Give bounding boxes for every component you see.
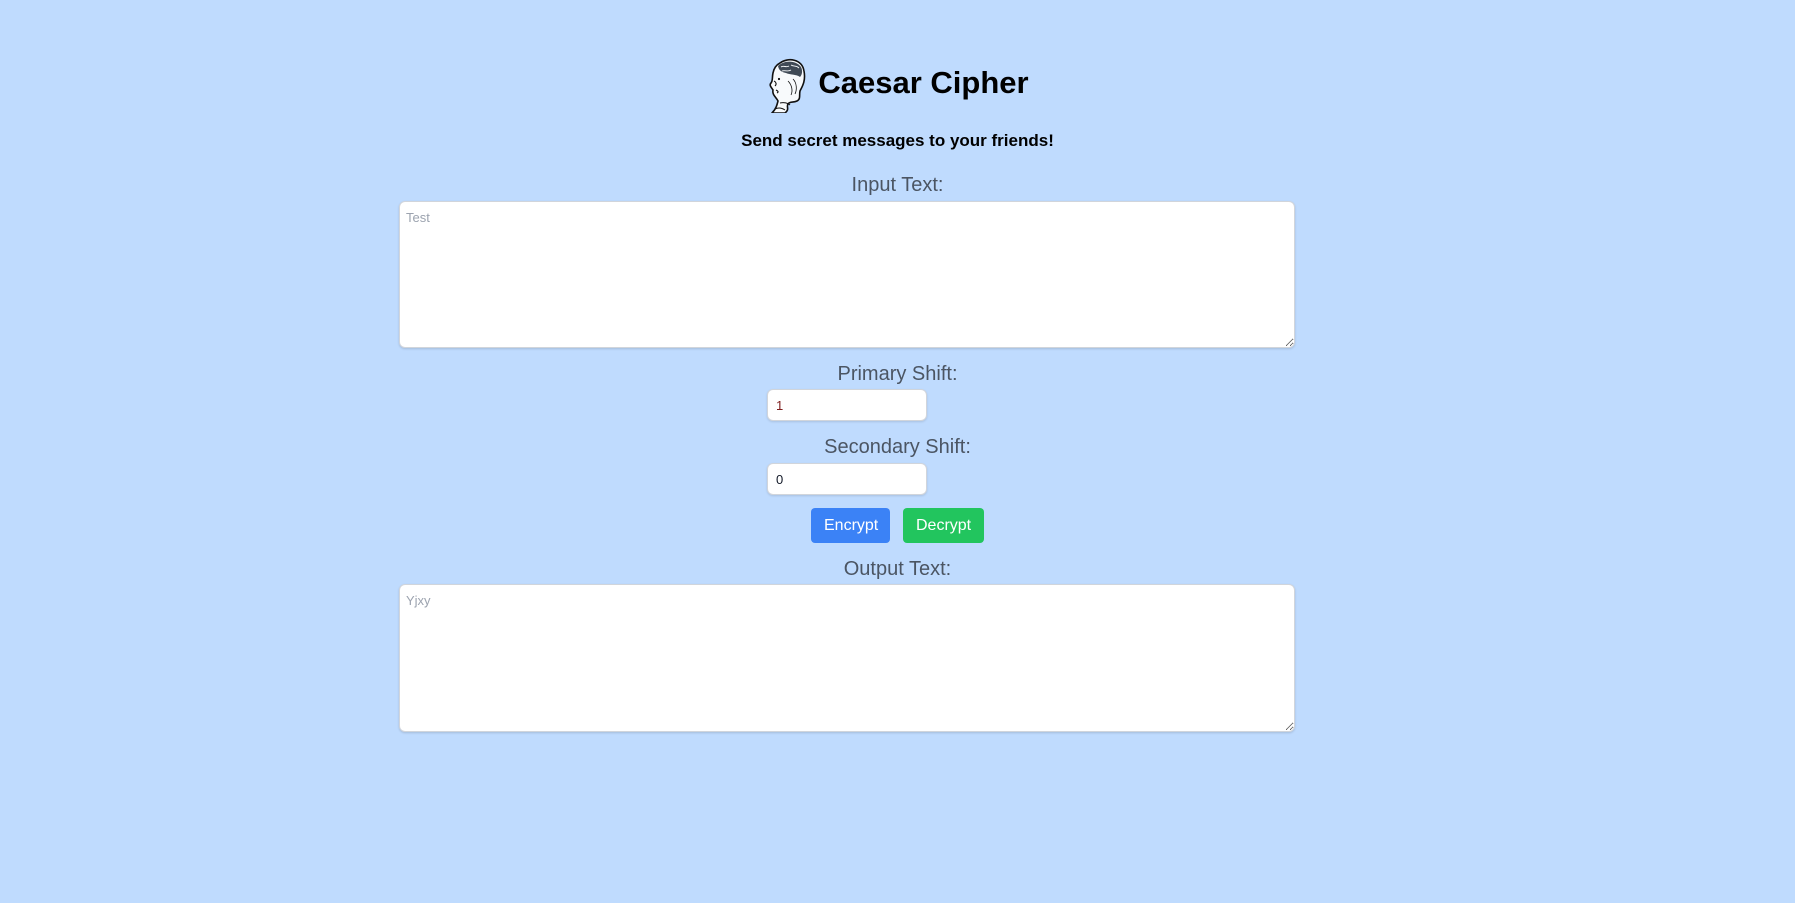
- encrypt-button[interactable]: Encrypt: [811, 508, 890, 543]
- caesar-head-icon: [769, 58, 806, 113]
- secondary-shift-label: Secondary Shift:: [824, 436, 971, 458]
- tagline: Send secret messages to your friends!: [741, 131, 1054, 150]
- primary-shift-label: Primary Shift:: [837, 363, 958, 385]
- output-text-area[interactable]: [399, 584, 1295, 732]
- output-text-label: Output Text:: [843, 558, 952, 580]
- header: Caesar Cipher: [0, 56, 1795, 114]
- primary-shift-input[interactable]: [767, 389, 927, 421]
- input-text-label: Input Text:: [851, 174, 944, 196]
- input-text-area[interactable]: [399, 201, 1295, 348]
- action-buttons: Encrypt Decrypt: [0, 508, 1795, 543]
- decrypt-button[interactable]: Decrypt: [903, 508, 984, 543]
- page-title: Caesar Cipher: [818, 64, 1029, 100]
- app-root: Caesar Cipher Send secret messages to yo…: [0, 0, 1795, 903]
- secondary-shift-input[interactable]: [767, 463, 927, 495]
